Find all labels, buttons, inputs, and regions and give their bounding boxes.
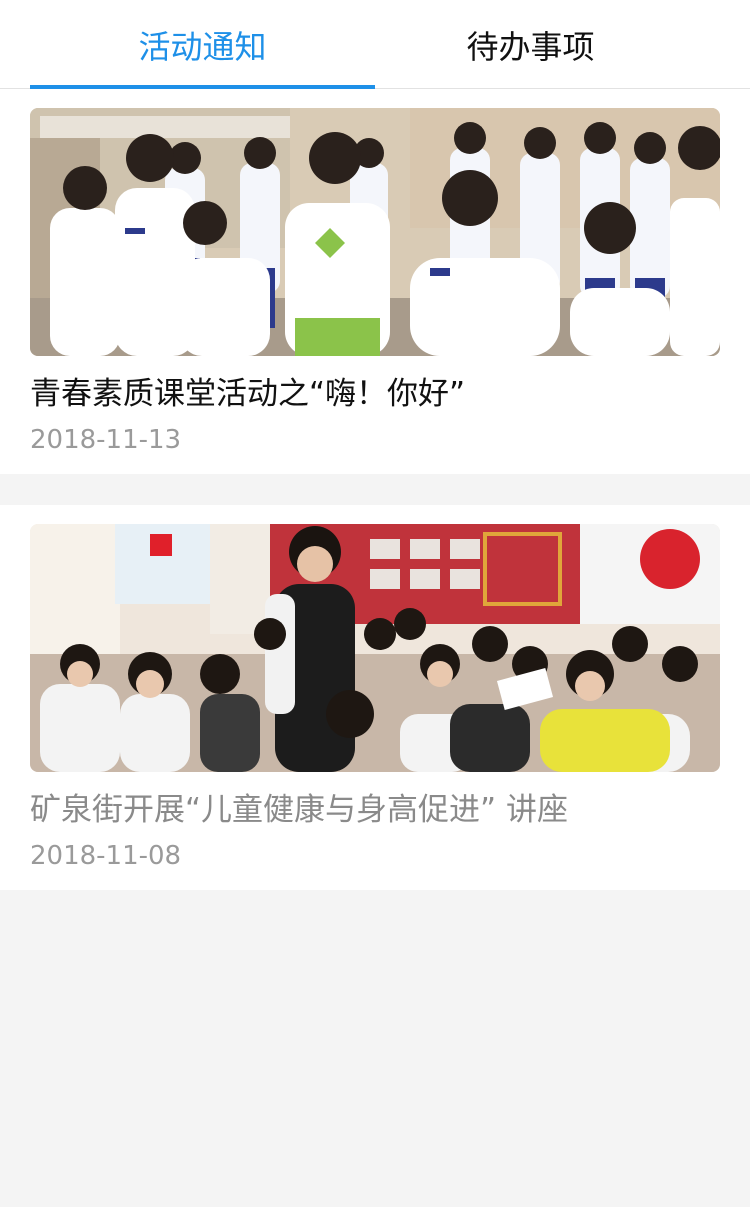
activity-card[interactable]: 矿泉街开展“儿童健康与身高促进” 讲座 2018-11-08 xyxy=(0,505,750,890)
tab-todo-items[interactable]: 待办事项 xyxy=(358,0,703,89)
activity-title[interactable]: 矿泉街开展“儿童健康与身高促进” 讲座 xyxy=(30,790,730,830)
tab-todo-items-label: 待办事项 xyxy=(466,27,595,66)
activity-date: 2018-11-13 xyxy=(30,425,182,455)
activity-title[interactable]: 青春素质课堂活动之“嗨！你好” xyxy=(30,374,730,414)
activity-card[interactable]: 青春素质课堂活动之“嗨！你好” 2018-11-13 xyxy=(0,89,750,474)
activity-photo xyxy=(30,108,720,356)
tab-activity-notice[interactable]: 活动通知 xyxy=(30,0,375,89)
tab-activity-notice-label: 活动通知 xyxy=(138,27,267,66)
activity-date: 2018-11-08 xyxy=(30,841,182,871)
tab-bar: 活动通知 待办事项 xyxy=(0,0,750,89)
activity-photo xyxy=(30,524,720,772)
